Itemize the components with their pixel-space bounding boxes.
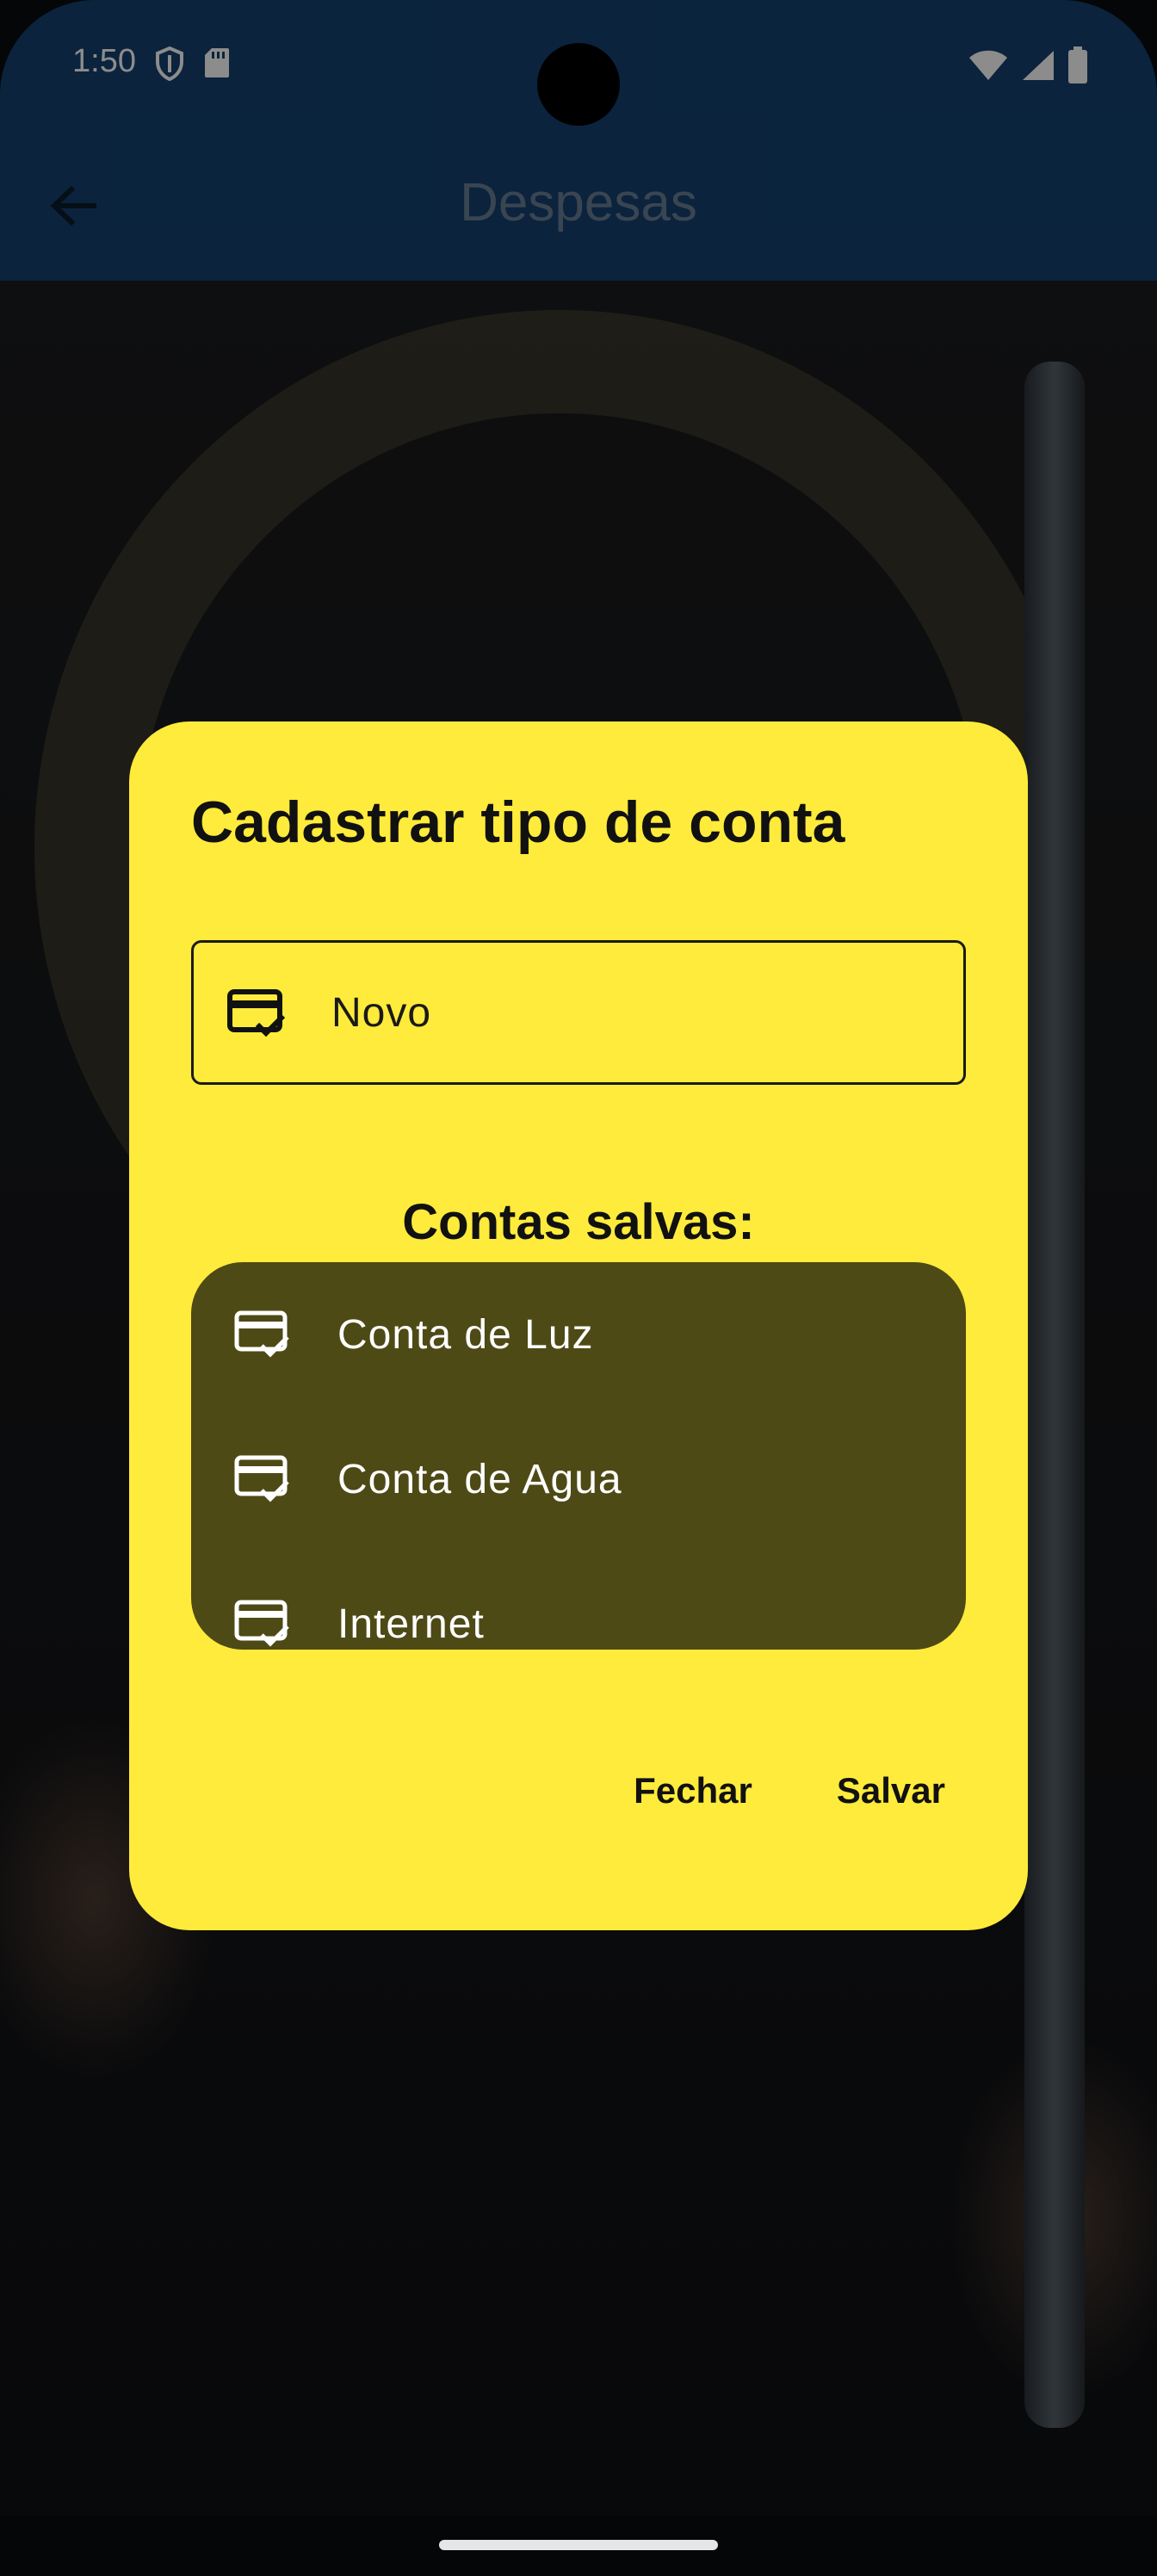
- card-check-icon: [234, 1310, 289, 1359]
- save-button[interactable]: Salvar: [837, 1770, 945, 1811]
- close-button[interactable]: Fechar: [634, 1770, 752, 1811]
- list-item[interactable]: Internet: [191, 1551, 966, 1650]
- card-check-icon: [226, 987, 287, 1038]
- home-indicator[interactable]: [439, 2540, 718, 2550]
- card-check-icon: [234, 1454, 289, 1504]
- list-item[interactable]: Conta de Luz: [191, 1262, 966, 1407]
- screen: 1:50 Despesas Cadastrar tipo de conta No…: [0, 0, 1157, 2576]
- saved-accounts-list[interactable]: Conta de Luz Conta de Agua Internet: [191, 1262, 966, 1650]
- list-item-label: Internet: [337, 1601, 485, 1647]
- account-type-value: Novo: [331, 989, 432, 1036]
- dialog-actions: Fechar Salvar: [634, 1770, 945, 1811]
- dialog-title: Cadastrar tipo de conta: [191, 790, 845, 855]
- account-type-input[interactable]: Novo: [191, 940, 966, 1085]
- list-item[interactable]: Conta de Agua: [191, 1407, 966, 1551]
- register-account-type-dialog: Cadastrar tipo de conta Novo Contas salv…: [129, 721, 1028, 1930]
- list-item-label: Conta de Agua: [337, 1456, 622, 1502]
- card-check-icon: [234, 1599, 289, 1649]
- list-item-label: Conta de Luz: [337, 1311, 594, 1358]
- saved-accounts-heading: Contas salvas:: [402, 1194, 755, 1250]
